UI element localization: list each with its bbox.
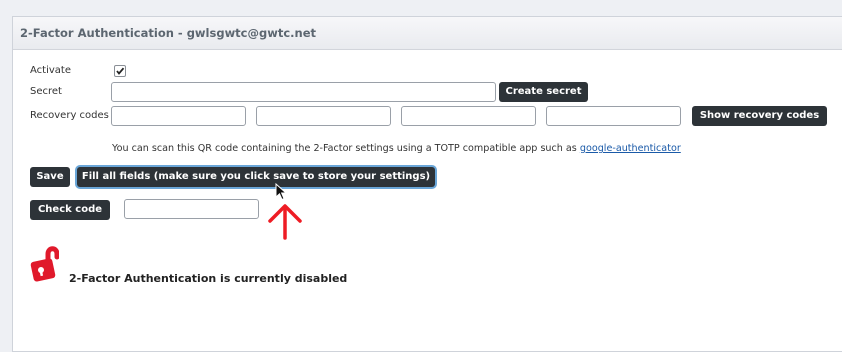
two-factor-panel: 2-Factor Authentication - gwlsgwtc@gwtc.… <box>12 16 842 352</box>
checkmark-icon <box>116 67 125 75</box>
recovery-code-input-2[interactable] <box>256 106 391 126</box>
show-recovery-codes-button[interactable]: Show recovery codes <box>692 106 827 126</box>
unlocked-padlock-icon <box>30 246 59 282</box>
save-button[interactable]: Save <box>30 167 70 187</box>
qr-info-text: You can scan this QR code containing the… <box>112 143 681 154</box>
check-code-input[interactable] <box>124 199 259 219</box>
recovery-code-input-1[interactable] <box>111 106 246 126</box>
mouse-cursor-icon <box>275 183 288 201</box>
check-code-button[interactable]: Check code <box>30 200 110 220</box>
create-secret-button[interactable]: Create secret <box>499 82 588 102</box>
secret-label: Secret <box>30 86 62 97</box>
red-arrow-annotation-icon <box>268 204 302 240</box>
status-text: 2-Factor Authentication is currently dis… <box>69 272 348 285</box>
activate-label: Activate <box>30 65 71 76</box>
google-authenticator-link[interactable]: google-authenticator <box>580 143 681 154</box>
panel-title: 2-Factor Authentication - gwlsgwtc@gwtc.… <box>13 17 842 50</box>
fill-all-fields-button[interactable]: Fill all fields (make sure you click sav… <box>77 167 435 187</box>
secret-input[interactable] <box>111 82 496 102</box>
recovery-code-input-3[interactable] <box>401 106 536 126</box>
recovery-code-input-4[interactable] <box>546 106 681 126</box>
recovery-codes-label: Recovery codes <box>30 110 109 121</box>
activate-checkbox[interactable] <box>114 65 126 77</box>
qr-info-sentence: You can scan this QR code containing the… <box>112 143 577 154</box>
